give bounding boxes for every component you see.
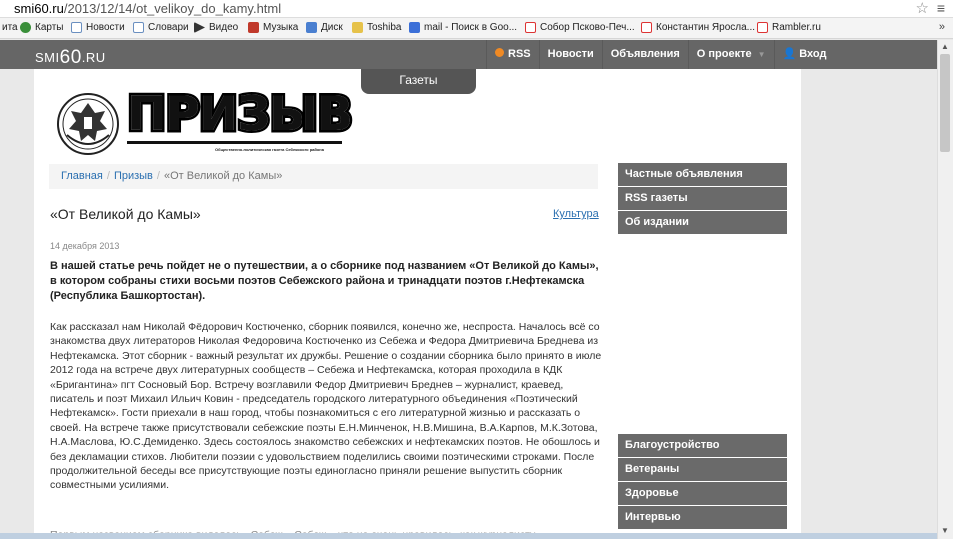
top-nav: RSS Новости Объявления О проекте ▼ 👤 Вход: [486, 40, 834, 69]
breadcrumb: Главная / Призыв / «От Великой до Камы»: [49, 164, 598, 189]
page-scrollbar[interactable]: ▲ ▼: [937, 40, 953, 539]
site-header: SMI60.RU RSS Новости Объявления О проект…: [0, 40, 937, 69]
sidebar-categories: Благоустройство Ветераны Здоровье Интерв…: [618, 434, 787, 530]
bookmark-disk[interactable]: Диск: [306, 22, 343, 33]
url-text[interactable]: smi60.ru/2013/12/14/ot_velikoy_do_kamy.h…: [14, 1, 281, 16]
bookmarks-bar: ита Карты Новости Словари Видео Музыка Д…: [0, 18, 953, 39]
bookmark-news[interactable]: Новости: [71, 22, 125, 33]
breadcrumb-home[interactable]: Главная: [61, 170, 103, 182]
bookmark-label: mail - Поиск в Goo...: [424, 22, 518, 33]
bookmarks-more-icon[interactable]: »: [939, 21, 945, 33]
site-logo[interactable]: SMI60.RU: [35, 46, 106, 68]
newspaper-masthead[interactable]: ПРИЗЫВ ПРИЗЫВ Общественно-политическая г…: [55, 86, 356, 157]
nav-login-label: Вход: [799, 48, 827, 60]
bookmark-star-icon[interactable]: ☆: [916, 0, 929, 17]
yandex-icon: [641, 22, 652, 33]
yandex-icon: [525, 22, 536, 33]
bookmark-toshiba[interactable]: Toshiba: [352, 22, 401, 33]
bookmark-label: Константин Яросла...: [656, 22, 756, 33]
bookmark-label: Видео: [209, 22, 239, 33]
bookmark-cut-label[interactable]: ита: [2, 22, 18, 33]
nav-login[interactable]: 👤 Вход: [773, 40, 835, 69]
disk-icon: [306, 22, 317, 33]
breadcrumb-separator: /: [106, 170, 110, 182]
nav-about-label: О проекте: [696, 48, 752, 60]
chevron-down-icon: ▼: [757, 50, 766, 59]
rss-icon: [495, 48, 504, 57]
sidebar-item-veterans[interactable]: Ветераны: [618, 458, 787, 481]
article-category-link[interactable]: Культура: [553, 208, 599, 220]
sidebar-item-rss[interactable]: RSS газеты: [618, 187, 787, 210]
masthead-rule: [127, 141, 342, 144]
bookmark-sobor[interactable]: Собор Псково-Печ...: [525, 22, 635, 33]
bookmark-label: ита: [2, 22, 18, 33]
scroll-thumb[interactable]: [940, 54, 950, 152]
music-icon: [248, 22, 259, 33]
breadcrumb-current: «От Великой до Камы»: [163, 170, 283, 182]
bookmark-label: Toshiba: [367, 22, 402, 33]
address-bar[interactable]: smi60.ru/2013/12/14/ot_velikoy_do_kamy.h…: [0, 0, 953, 18]
breadcrumb-separator: /: [156, 170, 160, 182]
sidebar-item-improvement[interactable]: Благоустройство: [618, 434, 787, 457]
page-icon: [133, 22, 144, 33]
article-date: 14 декабря 2013: [50, 241, 120, 251]
browser-menu-icon[interactable]: ≡: [937, 0, 945, 16]
nav-rss[interactable]: RSS: [486, 40, 539, 69]
tab-gazeti[interactable]: Газеты: [361, 69, 476, 94]
article-lead: В нашей статье речь пойдет не о путешест…: [50, 260, 599, 302]
bookmark-konstantin[interactable]: Константин Яросла...: [641, 22, 755, 33]
scroll-down-icon[interactable]: ▼: [941, 526, 949, 535]
masthead-title-fill: ПРИЗЫВ: [127, 87, 353, 142]
masthead-subtitle: Общественно-политическая газета Себежско…: [215, 147, 324, 152]
sidebar-item-about-paper[interactable]: Об издании: [618, 211, 787, 234]
os-taskbar: [0, 533, 937, 539]
bookmark-music[interactable]: Музыка: [248, 22, 298, 33]
video-icon: [194, 22, 205, 33]
nav-rss-label: RSS: [508, 48, 531, 60]
logo-prefix: SMI: [35, 50, 60, 65]
breadcrumb-paper[interactable]: Призыв: [114, 170, 153, 182]
nav-news[interactable]: Новости: [538, 40, 602, 69]
scroll-up-icon[interactable]: ▲: [941, 42, 949, 51]
bookmark-label: Музыка: [263, 22, 299, 33]
bookmark-label: Собор Псково-Печ...: [540, 22, 635, 33]
sidebar-top-menu: Частные объявления RSS газеты Об издании: [618, 163, 787, 235]
sidebar-item-health[interactable]: Здоровье: [618, 482, 787, 505]
yandex-icon: [757, 22, 768, 33]
logo-suffix: .RU: [81, 50, 106, 65]
article-body: Как рассказал нам Николай Фёдорович Кост…: [50, 321, 602, 492]
bookmark-dictionaries[interactable]: Словари: [133, 22, 189, 33]
logo-number: 60: [59, 47, 82, 68]
nav-about[interactable]: О проекте ▼: [687, 40, 774, 69]
page-icon: [71, 22, 82, 33]
sidebar-item-interview[interactable]: Интервью: [618, 506, 787, 529]
google-icon: [409, 22, 420, 33]
bookmark-label: Карты: [35, 22, 64, 33]
nav-ads[interactable]: Объявления: [601, 40, 688, 69]
bookmark-label: Новости: [86, 22, 125, 33]
url-host: smi60.ru: [14, 1, 64, 16]
bookmark-label: Диск: [321, 22, 343, 33]
folder-icon: [352, 22, 363, 33]
bookmark-mail-search[interactable]: mail - Поиск в Goo...: [409, 22, 517, 33]
bookmark-rambler[interactable]: Rambler.ru: [757, 22, 821, 33]
url-path: /2013/12/14/ot_velikoy_do_kamy.html: [63, 1, 282, 16]
bookmark-video[interactable]: Видео: [194, 22, 238, 33]
bookmark-label: Rambler.ru: [772, 22, 821, 33]
bookmark-label: Словари: [148, 22, 189, 33]
maps-icon: [20, 22, 31, 33]
user-icon: 👤: [782, 48, 797, 60]
bookmark-maps[interactable]: Карты: [20, 22, 64, 33]
sidebar-item-private-ads[interactable]: Частные объявления: [618, 163, 787, 186]
article-title: «От Великой до Камы»: [50, 206, 201, 222]
